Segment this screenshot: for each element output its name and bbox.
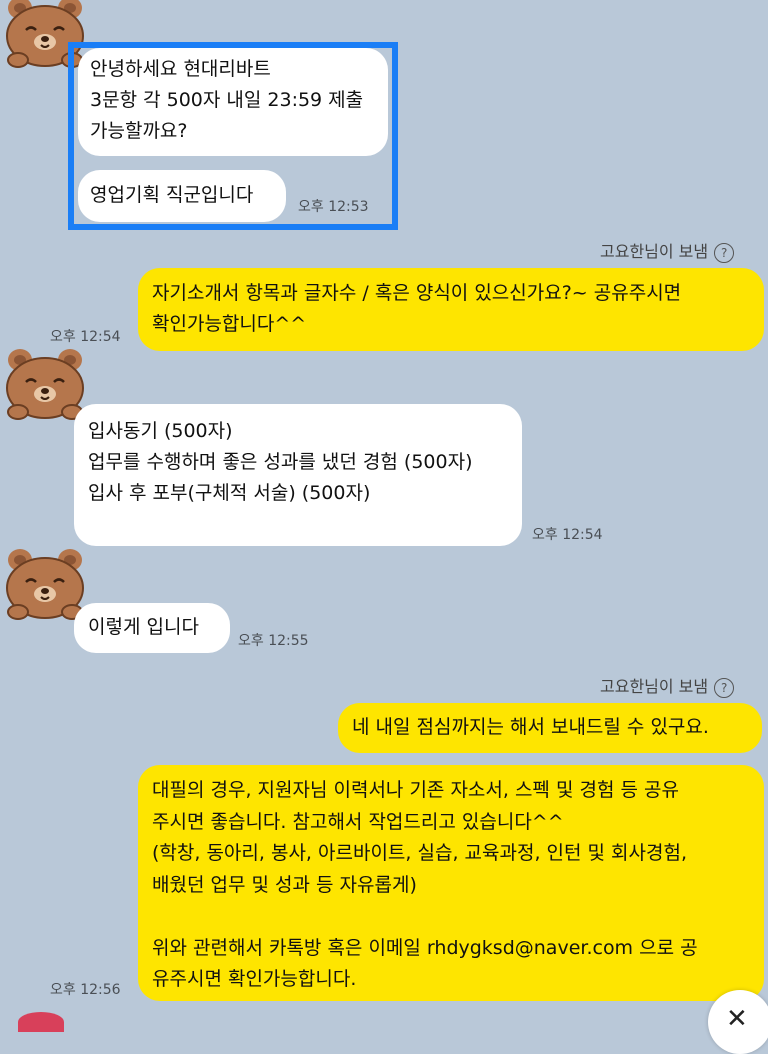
message-bubble-question-list[interactable]: 입사동기 (500자) 업무를 수행하며 좋은 성과를 냈던 경험 (500자)… bbox=[74, 404, 522, 546]
message-bubble-outgoing-request[interactable]: 자기소개서 항목과 글자수 / 혹은 양식이 있으신가요?~ 공유주시면 확인가… bbox=[138, 268, 764, 351]
message-time: 오후 12:53 bbox=[298, 199, 369, 215]
message-time: 오후 12:54 bbox=[50, 329, 121, 345]
message-time: 오후 12:54 bbox=[532, 527, 603, 543]
message-text: 자기소개서 항목과 글자수 / 혹은 양식이 있으신가요?~ 공유주시면 확인가… bbox=[152, 282, 682, 335]
question-circle-icon[interactable]: ? bbox=[714, 242, 735, 263]
message-bubble-job[interactable]: 영업기획 직군입니다 bbox=[78, 170, 286, 222]
message-time: 오후 12:56 bbox=[50, 982, 121, 998]
message-time: 오후 12:55 bbox=[238, 633, 309, 649]
message-text: 이렇게 입니다 bbox=[88, 616, 199, 638]
message-bubble-outgoing-tomorrow[interactable]: 네 내일 점심까지는 해서 보내드릴 수 있구요. bbox=[338, 703, 762, 753]
message-text: 네 내일 점심까지는 해서 보내드릴 수 있구요. bbox=[352, 716, 709, 738]
sender-label: 고요한님이 보냄? bbox=[600, 673, 735, 698]
message-text: 안녕하세요 현대리바트 3문항 각 500자 내일 23:59 제출 가능할까요… bbox=[90, 58, 364, 142]
message-text: 영업기획 직군입니다 bbox=[90, 184, 254, 206]
close-icon: ✕ bbox=[726, 1004, 748, 1034]
message-bubble-greeting[interactable]: 안녕하세요 현대리바트 3문항 각 500자 내일 23:59 제출 가능할까요… bbox=[78, 48, 388, 156]
question-circle-icon[interactable]: ? bbox=[714, 677, 735, 698]
sender-label: 고요한님이 보냄? bbox=[600, 238, 735, 263]
next-avatar-partial bbox=[18, 1012, 64, 1032]
message-bubble-this-is-it[interactable]: 이렇게 입니다 bbox=[74, 603, 230, 653]
message-text: 입사동기 (500자) 업무를 수행하며 좋은 성과를 냈던 경험 (500자)… bbox=[88, 420, 473, 504]
message-text: 대필의 경우, 지원자님 이력서나 기존 자소서, 스펙 및 경험 등 공유 주… bbox=[152, 779, 698, 990]
message-bubble-outgoing-details[interactable]: 대필의 경우, 지원자님 이력서나 기존 자소서, 스펙 및 경험 등 공유 주… bbox=[138, 765, 764, 1001]
close-button[interactable]: ✕ bbox=[708, 990, 768, 1054]
